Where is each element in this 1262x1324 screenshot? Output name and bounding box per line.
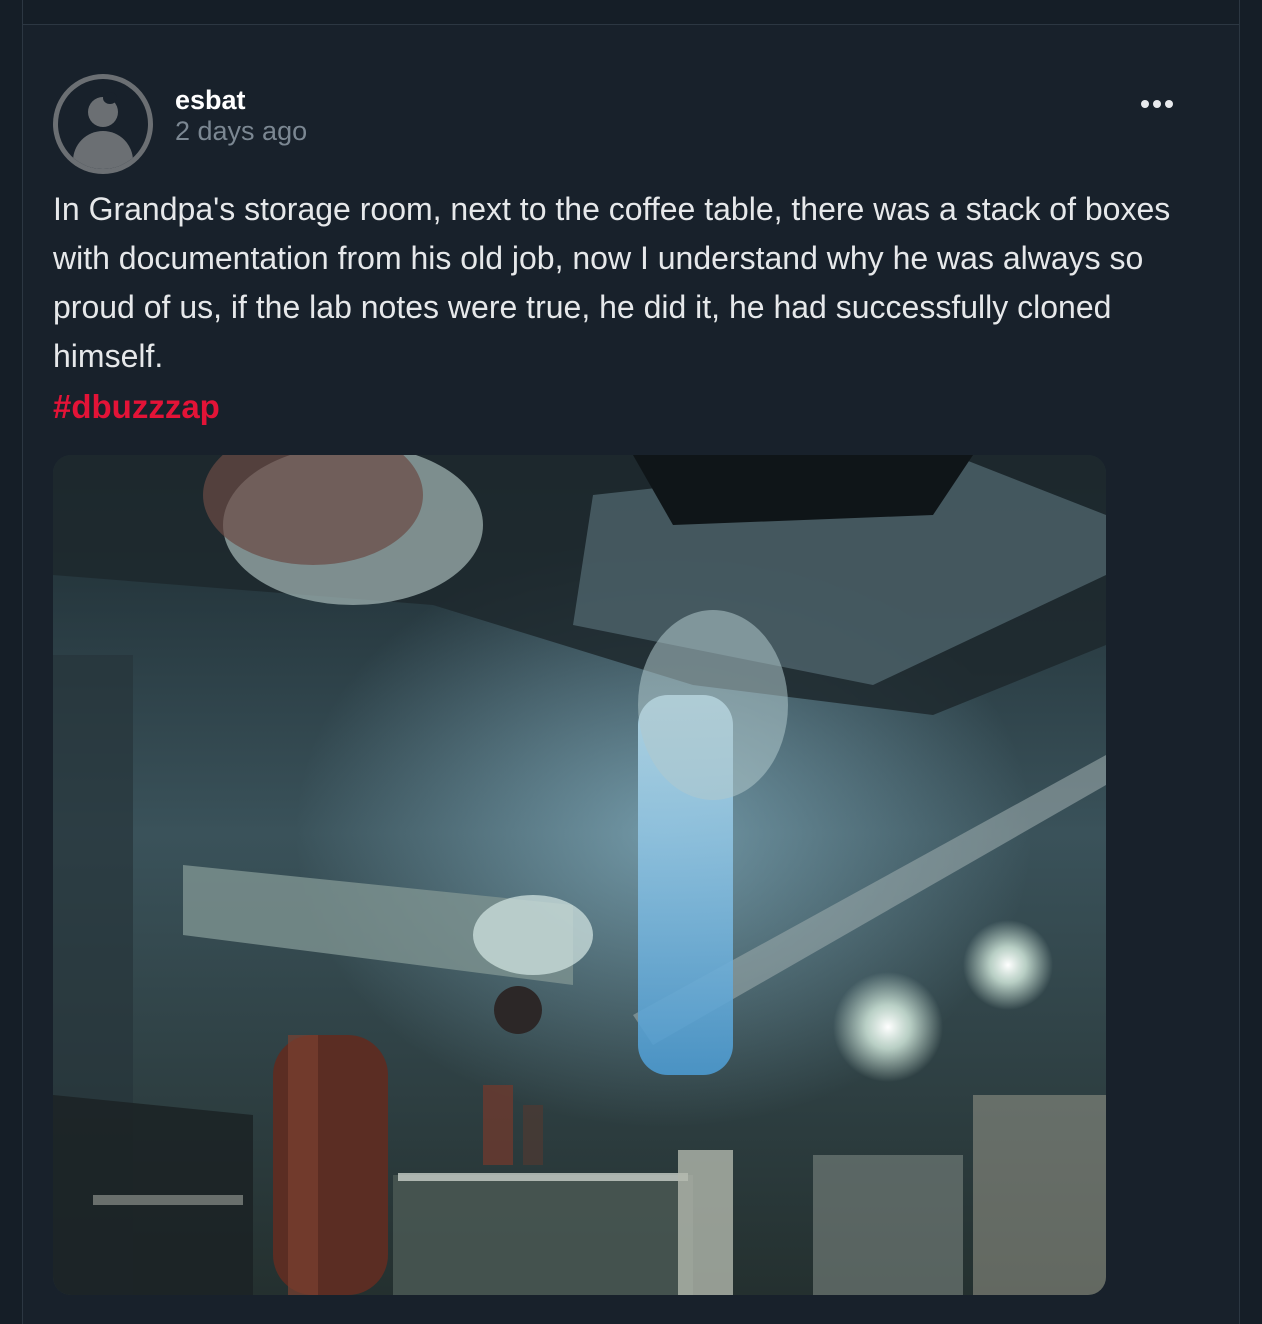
post-hashtag[interactable]: #dbuzzzap	[53, 384, 220, 430]
previous-card-edge	[22, 0, 1240, 24]
post-image[interactable]	[53, 455, 1106, 1295]
post-timestamp[interactable]: 2 days ago	[175, 115, 307, 147]
post-body: In Grandpa's storage room, next to the c…	[53, 191, 1171, 374]
user-avatar-icon[interactable]	[53, 74, 153, 174]
more-options-icon[interactable]	[1130, 88, 1184, 120]
post-author[interactable]: esbat	[175, 84, 246, 116]
